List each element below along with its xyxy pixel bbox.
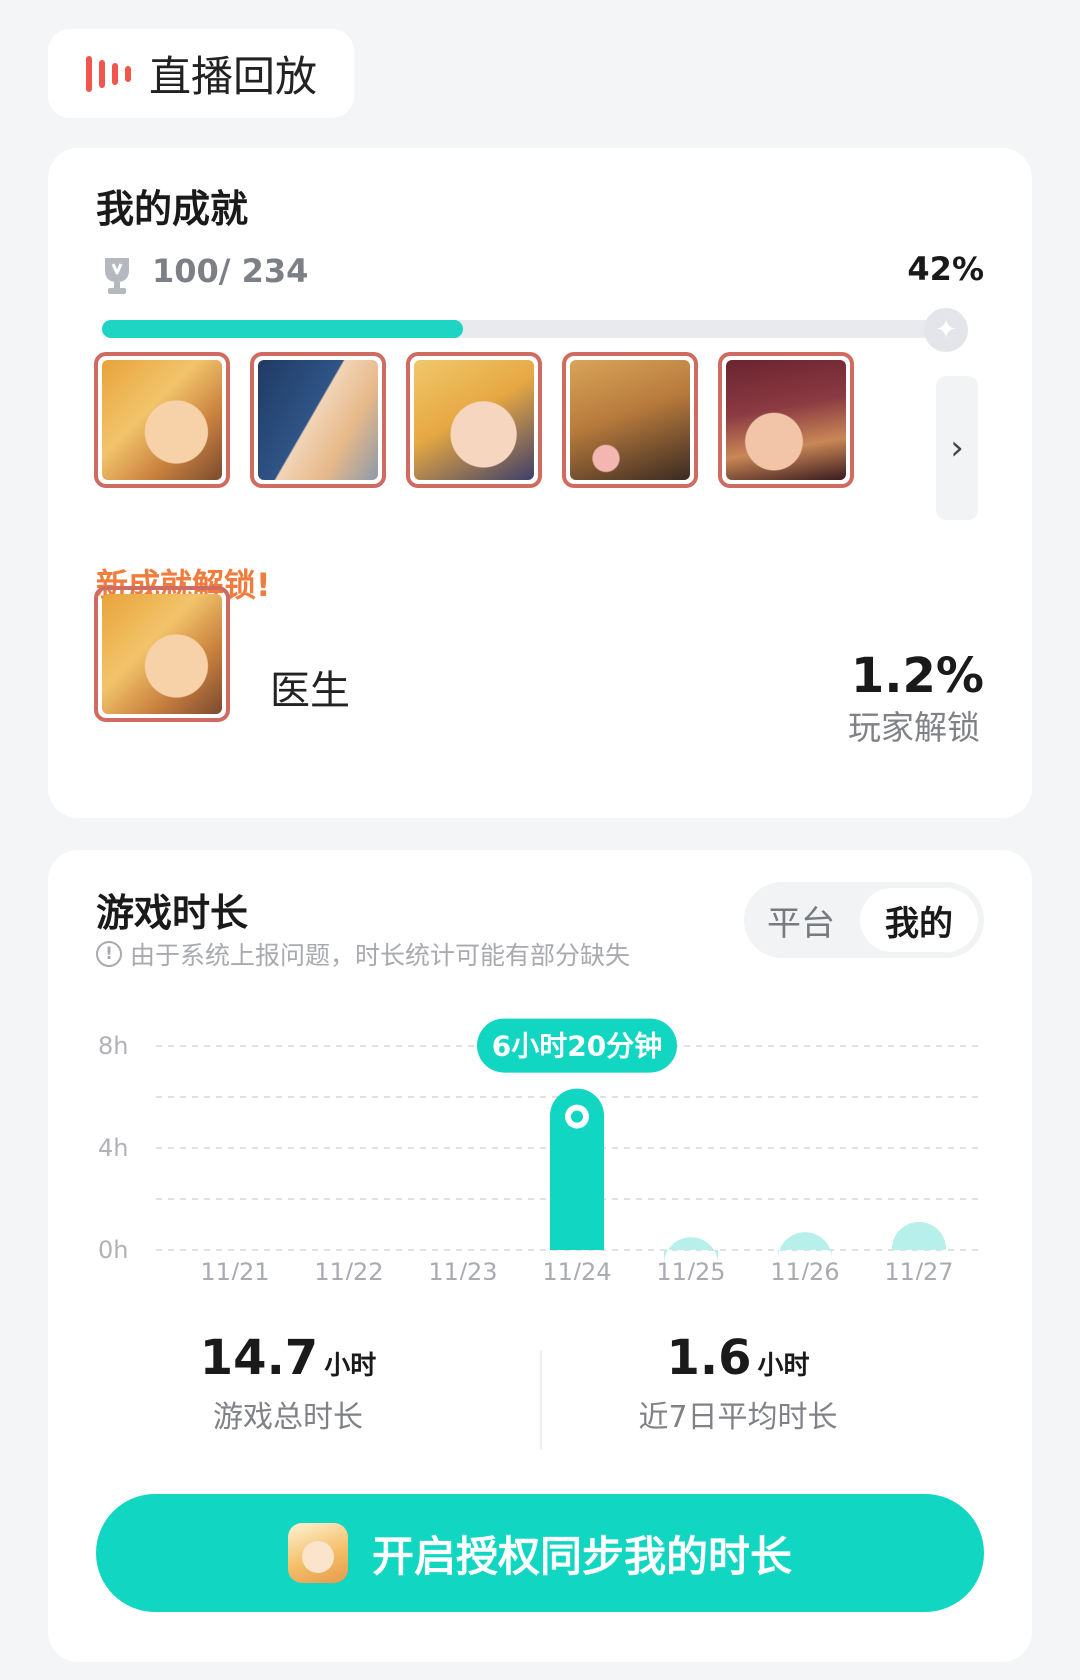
- unlock-rate: 1.2%: [850, 648, 984, 704]
- x-tick-label: 11/22: [314, 1258, 383, 1280]
- more-achievements-button[interactable]: ›: [936, 376, 978, 520]
- new-achievement-name: 医生: [270, 668, 350, 714]
- y-tick-label: 8h: [98, 1032, 128, 1060]
- average-playtime-unit: 小时: [757, 1351, 810, 1381]
- average-playtime-stat: 1.6 小时 近7日平均时长: [608, 1330, 868, 1436]
- achievement-count: 100/ 234: [152, 252, 309, 290]
- achievement-thumbnail[interactable]: [250, 352, 386, 488]
- x-tick-label: 11/21: [200, 1258, 269, 1280]
- star-badge-icon: ✦: [924, 308, 968, 352]
- achievement-thumbnail[interactable]: [94, 352, 230, 488]
- live-bars-icon: [86, 55, 131, 92]
- x-tick-label: 11/23: [428, 1258, 497, 1280]
- achievement-thumbnail[interactable]: [406, 352, 542, 488]
- achievement-thumbnail[interactable]: [562, 352, 698, 488]
- average-playtime-value: 1.6: [666, 1330, 752, 1386]
- total-playtime-stat: 14.7 小时 游戏总时长: [188, 1330, 388, 1436]
- average-playtime-caption: 近7日平均时长: [638, 1400, 838, 1435]
- unlock-rate-caption: 玩家解锁: [848, 708, 980, 747]
- achievement-progress-bar: ✦: [102, 308, 968, 352]
- bar-marker-center: [571, 1110, 583, 1123]
- x-tick-label: 11/26: [770, 1258, 839, 1280]
- total-playtime-unit: 小时: [324, 1351, 377, 1381]
- x-tick-label: 11/25: [656, 1258, 725, 1280]
- tooltip-text: 6小时20分钟: [492, 1030, 662, 1063]
- live-replay-button[interactable]: 直播回放: [48, 29, 354, 118]
- playtime-bar: [778, 1232, 832, 1260]
- y-tick-label: 0h: [98, 1236, 128, 1264]
- y-tick-label: 4h: [98, 1134, 128, 1162]
- achievement-progress-fill: [102, 320, 464, 338]
- achievements-title: 我的成就: [96, 187, 249, 231]
- sync-playtime-label: 开启授权同步我的时长: [371, 1531, 792, 1581]
- new-achievement-thumbnail[interactable]: [94, 586, 230, 722]
- total-playtime-value: 14.7: [199, 1330, 319, 1386]
- achievement-percent: 42%: [907, 250, 984, 288]
- live-replay-label: 直播回放: [149, 52, 318, 101]
- achievements-card: 我的成就 100/ 234 42% ✦ › 新成就解锁! 医生 1.2% 玩家解…: [48, 148, 1032, 818]
- sync-playtime-button[interactable]: 开启授权同步我的时长: [96, 1494, 984, 1612]
- x-tick-label: 11/27: [884, 1258, 953, 1280]
- playtime-card: 游戏时长 平台 我的 ! 由于系统上报问题，时长统计可能有部分缺失 0h 4h 8h…: [48, 850, 1032, 1662]
- stat-divider: [540, 1350, 542, 1450]
- game-app-icon: [287, 1523, 348, 1583]
- x-tick-label: 11/24: [542, 1258, 611, 1280]
- playtime-chart: 0h 4h 8h 11/21 11/22 11/23 11/24 6小时20分钟 11/25 11…: [98, 1018, 984, 1280]
- trophy-icon: [105, 258, 129, 294]
- playtime-bar: [892, 1221, 946, 1250]
- total-playtime-caption: 游戏总时长: [213, 1400, 363, 1435]
- chevron-right-icon: ›: [950, 428, 964, 468]
- achievement-thumbnail[interactable]: [718, 352, 854, 488]
